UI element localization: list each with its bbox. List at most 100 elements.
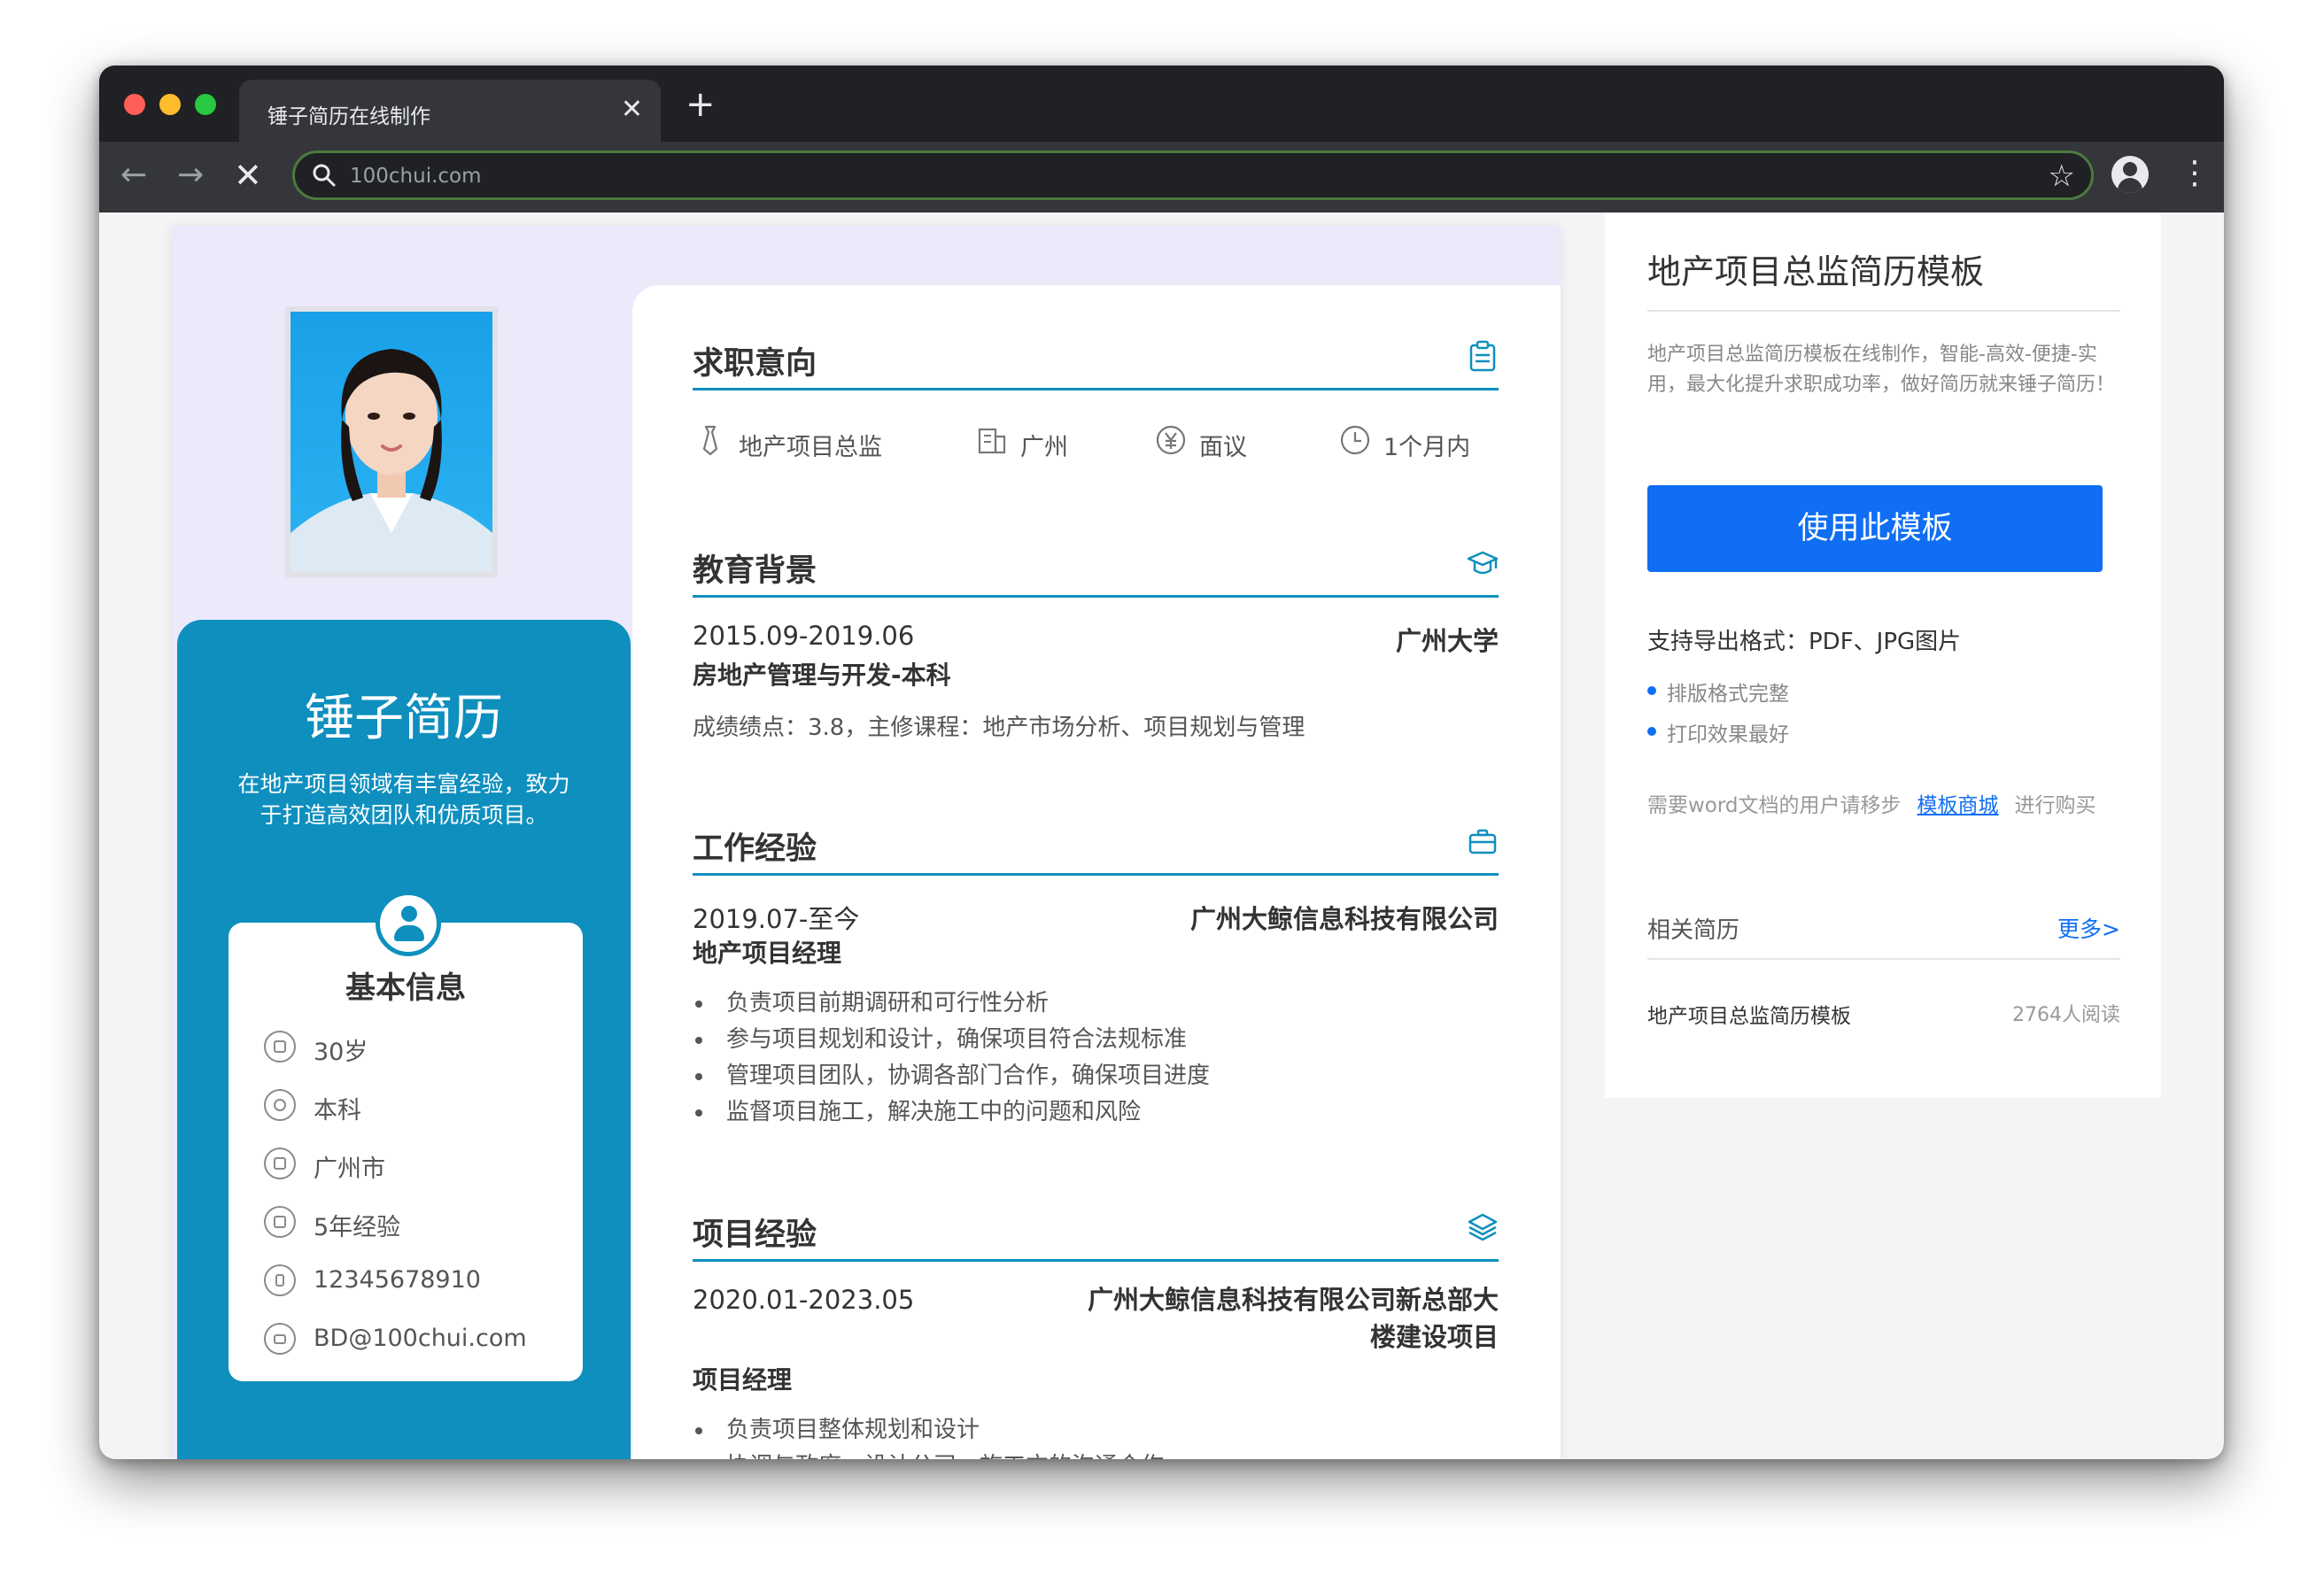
word-note-prefix: 需要word文档的用户请移步 (1647, 794, 1902, 817)
title-bar: 锤子简历在线制作 ✕ + (99, 66, 2224, 142)
info-text: 12345678910 (314, 1266, 481, 1294)
phone-icon (264, 1264, 296, 1296)
project-row: 2020.01-2023.05 广州大鲸信息科技有限公司新总部大楼建设项目 (693, 1281, 1499, 1356)
section-header: 求职意向 (693, 331, 1499, 390)
work-bullets: 负责项目前期调研和可行性分析 参与项目规划和设计，确保项目符合法规标准 管理项目… (693, 985, 1499, 1131)
tab-close-icon[interactable]: ✕ (621, 94, 643, 126)
list-item: 负责项目整体规划和设计 (693, 1412, 1499, 1449)
related-title: 相关简历 (1647, 917, 1740, 944)
info-text: BD@100chui.com (314, 1325, 527, 1352)
right-column: 求职意向 地产项目总监 广州 面议 1个月内 教育背景 2015.09-2019… (632, 285, 1561, 1459)
info-text: 广州市 (314, 1155, 385, 1183)
basic-info-card: 基本信息 30岁 本科 广州市 5年经验 12345678910 BD@100c… (229, 923, 583, 1381)
back-arrow-icon[interactable]: ← (120, 154, 147, 197)
profile-avatar-icon[interactable] (2111, 156, 2149, 193)
project-role: 项目经理 (693, 1365, 793, 1395)
section-project: 项目经验 2020.01-2023.05 广州大鲸信息科技有限公司新总部大楼建设… (693, 1202, 1499, 1459)
project-bullets: 负责项目整体规划和设计 协调与政府、设计公司、施工方的沟通合作 (693, 1412, 1499, 1459)
feature-item: 排版格式完整 (1647, 676, 1789, 707)
profile-photo-frame (285, 306, 498, 577)
section-title: 求职意向 (693, 346, 817, 382)
list-item: 负责项目前期调研和可行性分析 (693, 985, 1499, 1022)
section-title: 工作经验 (693, 831, 817, 867)
section-header: 教育背景 (693, 538, 1499, 598)
minimize-window-button[interactable] (159, 94, 181, 115)
info-text: 5年经验 (314, 1214, 401, 1241)
list-item: 参与项目规划和设计，确保项目符合法规标准 (693, 1022, 1499, 1058)
info-text: 本科 (314, 1097, 361, 1124)
work-role: 地产项目经理 (693, 939, 842, 968)
related-item-link[interactable]: 地产项目总监简历模板 (1647, 999, 1851, 1029)
clock-icon (1340, 425, 1370, 455)
basic-info-title: 基本信息 (345, 970, 466, 1006)
page-viewport: 锤子简历 在地产项目领域有丰富经验，致力于打造高效团队和优质项目。 基本信息 3… (99, 213, 2224, 1459)
close-window-button[interactable] (124, 94, 145, 115)
intent-position-text: 地产项目总监 (739, 434, 882, 461)
list-item: 协调与政府、设计公司、施工方的沟通合作 (693, 1449, 1499, 1459)
resume-name: 锤子简历 (305, 690, 503, 747)
word-note: 需要word文档的用户请移步 模板商城 进行购买 (1647, 788, 2096, 818)
bookmark-star-icon[interactable]: ☆ (2049, 158, 2075, 194)
section-education: 教育背景 2015.09-2019.06 广州大学 房地产管理与开发-本科 成绩… (693, 538, 1499, 742)
tie-icon (702, 425, 718, 456)
education-detail: 成绩绩点：3.8，主修课程：地产市场分析、项目规划与管理 (693, 715, 1305, 741)
section-header: 项目经验 (693, 1202, 1499, 1262)
url-text[interactable]: 100chui.com (350, 165, 482, 188)
user-icon (376, 891, 441, 956)
work-row: 2019.07-至今 广州大鲸信息科技有限公司 (693, 895, 1499, 934)
word-note-suffix: 进行购买 (2014, 794, 2096, 817)
forward-arrow-icon[interactable]: → (177, 154, 204, 197)
left-column: 锤子简历 在地产项目领域有丰富经验，致力于打造高效团队和优质项目。 基本信息 3… (177, 620, 631, 1459)
related-item-reads: 2764人阅读 (2012, 1004, 2120, 1026)
list-item: 管理项目团队，协调各部门合作，确保项目进度 (693, 1058, 1499, 1094)
divider (1647, 310, 2120, 312)
browser-window: 锤子简历在线制作 ✕ + ← → ✕ 100chui.com ☆ ⋮ 锤子简历 … (99, 66, 2224, 1459)
divider (1647, 958, 2120, 960)
maximize-window-button[interactable] (195, 94, 216, 115)
template-sidebar: 地产项目总监简历模板 地产项目总监简历模板在线制作，智能-高效-便捷-实用，最大… (1605, 213, 2161, 1098)
template-store-link[interactable]: 模板商城 (1917, 794, 1999, 817)
mail-icon (264, 1323, 296, 1355)
template-title: 地产项目总监简历模板 (1647, 252, 1985, 291)
section-header: 工作经验 (693, 816, 1499, 876)
browser-tab[interactable]: 锤子简历在线制作 ✕ (239, 80, 661, 142)
list-item: 监督项目施工，解决施工中的问题和风险 (693, 1094, 1499, 1131)
tab-title: 锤子简历在线制作 (267, 105, 430, 128)
education-major: 房地产管理与开发-本科 (693, 661, 951, 690)
browser-menu-icon[interactable]: ⋮ (2179, 152, 2211, 195)
briefcase-icon (1468, 829, 1497, 854)
browser-toolbar: ← → ✕ 100chui.com ☆ ⋮ (99, 142, 2224, 213)
degree-icon (264, 1089, 296, 1121)
stop-loading-icon[interactable]: ✕ (234, 154, 262, 197)
use-template-button[interactable]: 使用此模板 (1647, 485, 2103, 572)
yen-icon (1156, 425, 1186, 455)
calendar-icon (264, 1031, 296, 1063)
resume-preview: 锤子简历 在地产项目领域有丰富经验，致力于打造高效团队和优质项目。 基本信息 3… (172, 227, 1561, 1459)
building-icon (264, 1148, 296, 1179)
education-period: 2015.09-2019.06 (693, 621, 915, 651)
more-link[interactable]: 更多> (2057, 912, 2120, 944)
section-title: 项目经验 (693, 1217, 817, 1253)
export-formats: 支持导出格式：PDF、JPG图片 (1647, 629, 1962, 655)
intent-salary-text: 面议 (1199, 434, 1247, 461)
document-icon (264, 1206, 296, 1238)
search-icon (313, 164, 336, 187)
intent-row: 地产项目总监 广州 面议 1个月内 (693, 415, 1499, 468)
resume-summary: 在地产项目领域有丰富经验，致力于打造高效团队和优质项目。 (237, 771, 570, 828)
project-period: 2020.01-2023.05 (693, 1285, 915, 1315)
layers-icon (1468, 1213, 1498, 1241)
intent-availability-text: 1个月内 (1383, 434, 1471, 461)
education-row: 2015.09-2019.06 广州大学 (693, 617, 1499, 656)
new-tab-button[interactable]: + (686, 85, 716, 124)
education-school: 广州大学 (1395, 626, 1499, 656)
building-icon (978, 428, 1006, 454)
section-work: 工作经验 2019.07-至今 广州大鲸信息科技有限公司 地产项目经理 负责项目… (693, 816, 1499, 1131)
clipboard-icon (1469, 340, 1496, 372)
project-name: 广州大鲸信息科技有限公司新总部大楼建设项目 (1087, 1285, 1499, 1352)
info-text: 30岁 (314, 1039, 368, 1066)
template-description: 地产项目总监简历模板在线制作，智能-高效-便捷-实用，最大化提升求职成功率，做好… (1647, 344, 2116, 396)
feature-item: 打印效果最好 (1647, 717, 1789, 747)
address-bar[interactable]: 100chui.com ☆ (292, 151, 2094, 200)
work-period: 2019.07-至今 (693, 904, 860, 934)
intent-city-text: 广州 (1020, 434, 1068, 461)
